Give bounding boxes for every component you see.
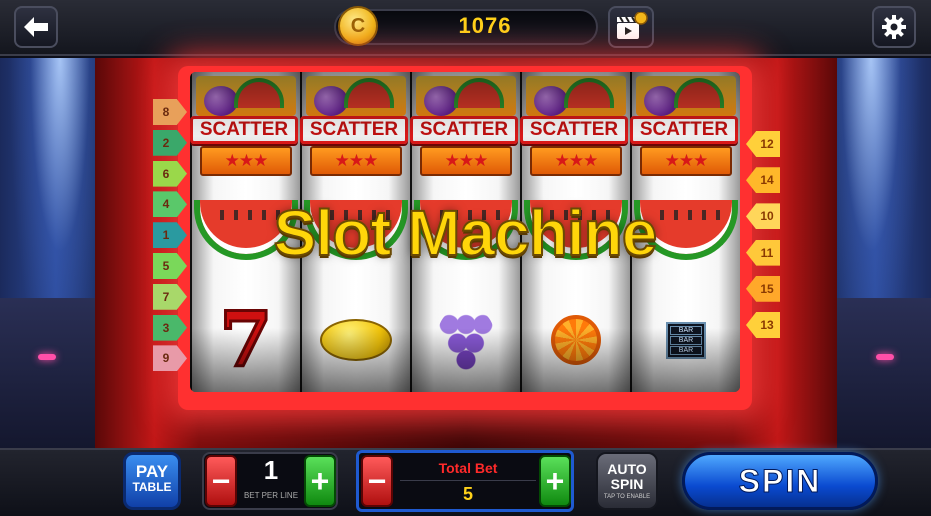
- back-button[interactable]: [14, 6, 58, 48]
- bar-label: BAR: [670, 325, 702, 335]
- stars-icon: ★★★: [420, 146, 512, 176]
- total-bet-value: 5: [462, 484, 473, 504]
- spin-button[interactable]: SPIN: [682, 452, 878, 510]
- arrow-left-icon: [24, 17, 48, 37]
- seven-icon: 7: [218, 295, 274, 384]
- reel: SCATTER ★★★: [410, 72, 520, 392]
- scatter-label: SCATTER: [410, 116, 518, 144]
- coin-icon: C: [338, 6, 378, 46]
- scatter-symbol: SCATTER ★★★: [520, 72, 630, 184]
- watermelon-icon: [194, 200, 298, 260]
- divider: [400, 480, 536, 481]
- stars-icon: ★★★: [530, 146, 622, 176]
- clapperboard-coin-icon: [617, 12, 648, 39]
- stars-icon: ★★★: [310, 146, 402, 176]
- reel: SCATTER ★★★: [300, 72, 410, 392]
- plum-icon: [644, 86, 678, 116]
- watermelon-icon: [524, 200, 628, 260]
- free-coins-video-button[interactable]: [608, 6, 654, 48]
- scatter-label: SCATTER: [520, 116, 628, 144]
- total-bet-decrease-button[interactable]: −: [361, 455, 393, 507]
- scatter-symbol: SCATTER ★★★: [630, 72, 740, 184]
- grapes-icon: [438, 309, 494, 371]
- bet-per-line-label: BET PER LINE: [243, 491, 299, 500]
- stage-light-dot: [38, 354, 56, 360]
- plum-icon: [534, 86, 568, 116]
- coin-balance: 1076: [458, 13, 512, 38]
- settings-button[interactable]: [872, 6, 916, 48]
- plum-icon: [424, 86, 458, 116]
- gear-icon: [882, 15, 906, 39]
- reel: SCATTER ★★★ 7: [190, 72, 300, 392]
- bet-per-line-increase-button[interactable]: +: [304, 455, 336, 507]
- scatter-symbol: SCATTER ★★★: [300, 72, 410, 184]
- total-bet-increase-button[interactable]: +: [539, 455, 571, 507]
- lemon-symbol: [302, 300, 410, 380]
- watermelon-icon: [304, 200, 408, 260]
- watermelon-icon: [634, 200, 738, 260]
- plum-icon: [314, 86, 348, 116]
- stars-icon: ★★★: [640, 146, 732, 176]
- stage-light-dot: [876, 354, 894, 360]
- bar-symbol: BAR BAR BAR: [632, 300, 740, 380]
- seven-symbol: 7: [192, 300, 300, 380]
- lemon-icon: [320, 319, 392, 361]
- paytable-button[interactable]: PAY TABLE: [123, 452, 181, 510]
- reel: SCATTER ★★★: [520, 72, 630, 392]
- orange-symbol: [522, 300, 630, 380]
- bar-label: BAR: [670, 345, 702, 355]
- scatter-symbol: SCATTER ★★★: [190, 72, 300, 184]
- scatter-symbol: SCATTER ★★★: [410, 72, 520, 184]
- total-bet-label: Total Bet: [438, 460, 498, 476]
- stage-floor-left: [0, 298, 100, 448]
- scatter-label: SCATTER: [300, 116, 408, 144]
- reel: SCATTER ★★★ BAR BAR BAR: [630, 72, 740, 392]
- bar-label: BAR: [670, 335, 702, 345]
- bet-per-line-decrease-button[interactable]: −: [205, 455, 237, 507]
- bet-per-line-value: 1: [263, 455, 279, 485]
- scatter-label: SCATTER: [190, 116, 298, 144]
- scatter-label: SCATTER: [630, 116, 738, 144]
- bar-icon: BAR BAR BAR: [666, 321, 706, 359]
- auto-spin-button[interactable]: AUTO SPIN TAP TO ENABLE: [596, 452, 658, 510]
- reels-window: SCATTER ★★★ 7 SCATTER ★★★ SCATTER ★★★ SCATTER ★★…: [190, 72, 740, 392]
- plum-icon: [204, 86, 238, 116]
- orange-icon: [551, 315, 601, 365]
- stage-floor-right: [836, 298, 931, 448]
- stars-icon: ★★★: [200, 146, 292, 176]
- watermelon-icon: [414, 200, 518, 260]
- grapes-symbol: [412, 300, 520, 380]
